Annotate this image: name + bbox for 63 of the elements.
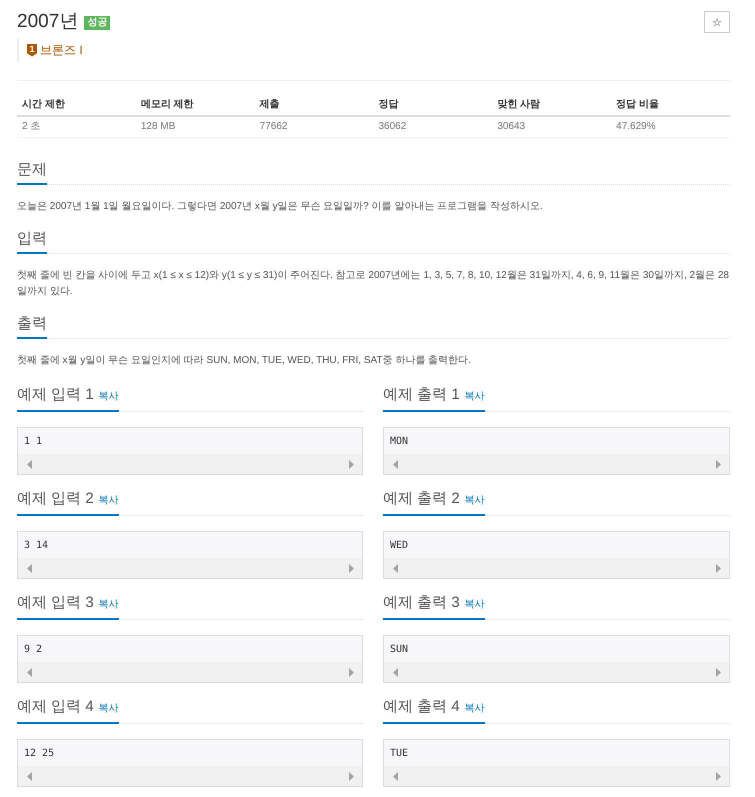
section-heading: 출력 [17, 314, 47, 339]
sample-title: 예제 출력 4 [383, 697, 460, 717]
sample-data: SUN [384, 636, 729, 662]
table-cell: 47.629% [611, 116, 730, 138]
sample-data: 9 2 [18, 636, 362, 662]
scroll-right-icon[interactable] [349, 460, 354, 468]
copy-link[interactable]: 복사 [464, 387, 485, 407]
sample-title: 예제 출력 2 [383, 489, 460, 509]
table-cell: 36062 [373, 116, 492, 138]
sample-title: 예제 입력 1 [17, 385, 94, 405]
copy-link[interactable]: 복사 [464, 491, 485, 511]
table-cell: 128 MB [136, 116, 255, 138]
section-heading: 문제 [17, 160, 47, 185]
tier-name: 브론즈 I [40, 42, 83, 58]
copy-link[interactable]: 복사 [464, 595, 485, 615]
table-cell: 77662 [254, 116, 374, 138]
scroll-right-icon[interactable] [716, 772, 721, 780]
copy-link[interactable]: 복사 [98, 491, 119, 511]
section-text: 첫째 줄에 x월 y일이 무슨 요일인지에 따라 SUN, MON, TUE, WED, THU, FRI, SAT중 하나를 출력한다. [17, 354, 472, 368]
sample-data: WED [384, 532, 729, 558]
sample-title: 예제 입력 2 [17, 489, 94, 509]
copy-link[interactable]: 복사 [98, 699, 119, 719]
section-text: 오늘은 2007년 1월 1일 월요일이다. 그렇다면 2007년 x월 y일은 무슨 요일일까? 이를 알아내는 프로그램을 작성하시오. [17, 200, 544, 214]
scroll-left-icon[interactable] [393, 460, 398, 468]
column-header: 제출 [254, 95, 374, 116]
table-cell: 30643 [492, 116, 612, 138]
scroll-right-icon[interactable] [349, 668, 354, 676]
column-header: 메모리 제한 [136, 95, 255, 116]
table-cell: 2 초 [17, 116, 136, 138]
result-label: 성공 [84, 16, 110, 30]
column-header: 시간 제한 [17, 95, 136, 116]
copy-link[interactable]: 복사 [464, 699, 485, 719]
sample-title: 예제 출력 3 [383, 593, 460, 613]
scroll-left-icon[interactable] [27, 564, 32, 572]
sample-data: 1 1 [18, 428, 362, 454]
scroll-right-icon[interactable] [716, 564, 721, 572]
section-text: 첫째 줄에 빈 칸을 사이에 두고 x(1 ≤ x ≤ 12)와 y(1 ≤ y ≤ 31)이 주어진다. 참고로 2007년에는 1, 3, 5, 7, 8, 10, 12월은 31일까지, 4, 6, 9, 11월은 30일까지, 2월은 28일까지 있다. [17, 269, 730, 299]
scroll-left-icon[interactable] [393, 564, 398, 572]
sample-data: 12 25 [18, 740, 362, 766]
scroll-left-icon[interactable] [27, 772, 32, 780]
column-header: 정답 [373, 95, 492, 116]
sample-data: MON [384, 428, 729, 454]
column-header: 정답 비율 [611, 95, 730, 116]
scroll-left-icon[interactable] [393, 772, 398, 780]
section-heading: 입력 [17, 229, 47, 254]
copy-link[interactable]: 복사 [98, 595, 119, 615]
column-header: 맞힌 사람 [492, 95, 612, 116]
scroll-right-icon[interactable] [349, 772, 354, 780]
sample-title: 예제 입력 3 [17, 593, 94, 613]
sample-title: 예제 입력 4 [17, 697, 94, 717]
scroll-right-icon[interactable] [349, 564, 354, 572]
sample-title: 예제 출력 1 [383, 385, 460, 405]
scroll-left-icon[interactable] [393, 668, 398, 676]
sample-data: TUE [384, 740, 729, 766]
star-button[interactable]: ☆ [704, 11, 730, 33]
scroll-right-icon[interactable] [716, 460, 721, 468]
copy-link[interactable]: 복사 [98, 387, 119, 407]
tier-badge: 1 [27, 44, 37, 56]
scroll-left-icon[interactable] [27, 460, 32, 468]
scroll-left-icon[interactable] [27, 668, 32, 676]
sample-data: 3 14 [18, 532, 362, 558]
scroll-right-icon[interactable] [716, 668, 721, 676]
problem-title: 2007년 [17, 10, 78, 34]
